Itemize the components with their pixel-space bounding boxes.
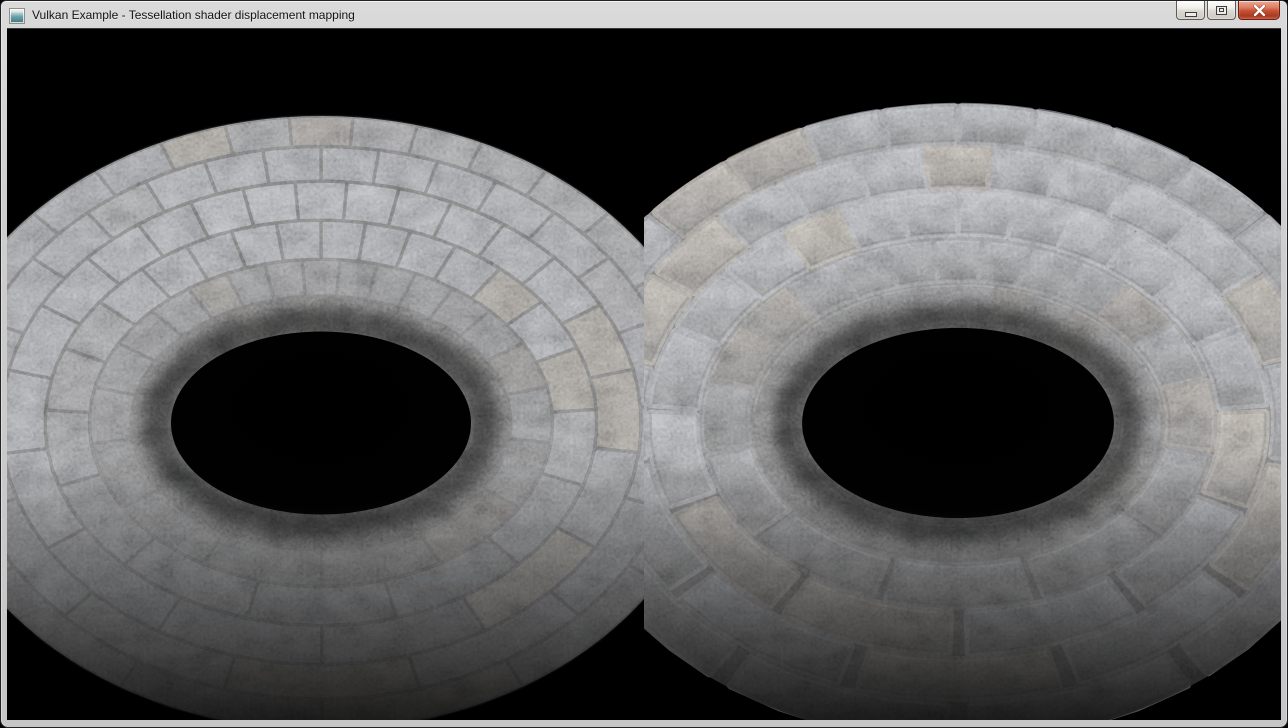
close-icon [1253, 5, 1266, 16]
viewport-displaced-torus [548, 29, 1281, 720]
app-icon[interactable] [9, 8, 25, 24]
maximize-button[interactable] [1207, 1, 1236, 20]
viewport-flat-torus [7, 29, 715, 720]
minimize-button[interactable] [1176, 1, 1205, 20]
render-viewport[interactable] [7, 29, 1281, 720]
render-area [7, 28, 1281, 720]
titlebar[interactable]: Vulkan Example - Tessellation shader dis… [7, 1, 1281, 28]
screen-background: { "window": { "title": "Vulkan Example -… [0, 0, 1288, 728]
window-title: Vulkan Example - Tessellation shader dis… [32, 8, 355, 22]
window-controls [1176, 1, 1281, 20]
close-button[interactable] [1238, 1, 1280, 20]
minimize-icon [1185, 12, 1197, 17]
app-window: Vulkan Example - Tessellation shader dis… [0, 0, 1288, 728]
maximize-icon [1216, 6, 1227, 15]
